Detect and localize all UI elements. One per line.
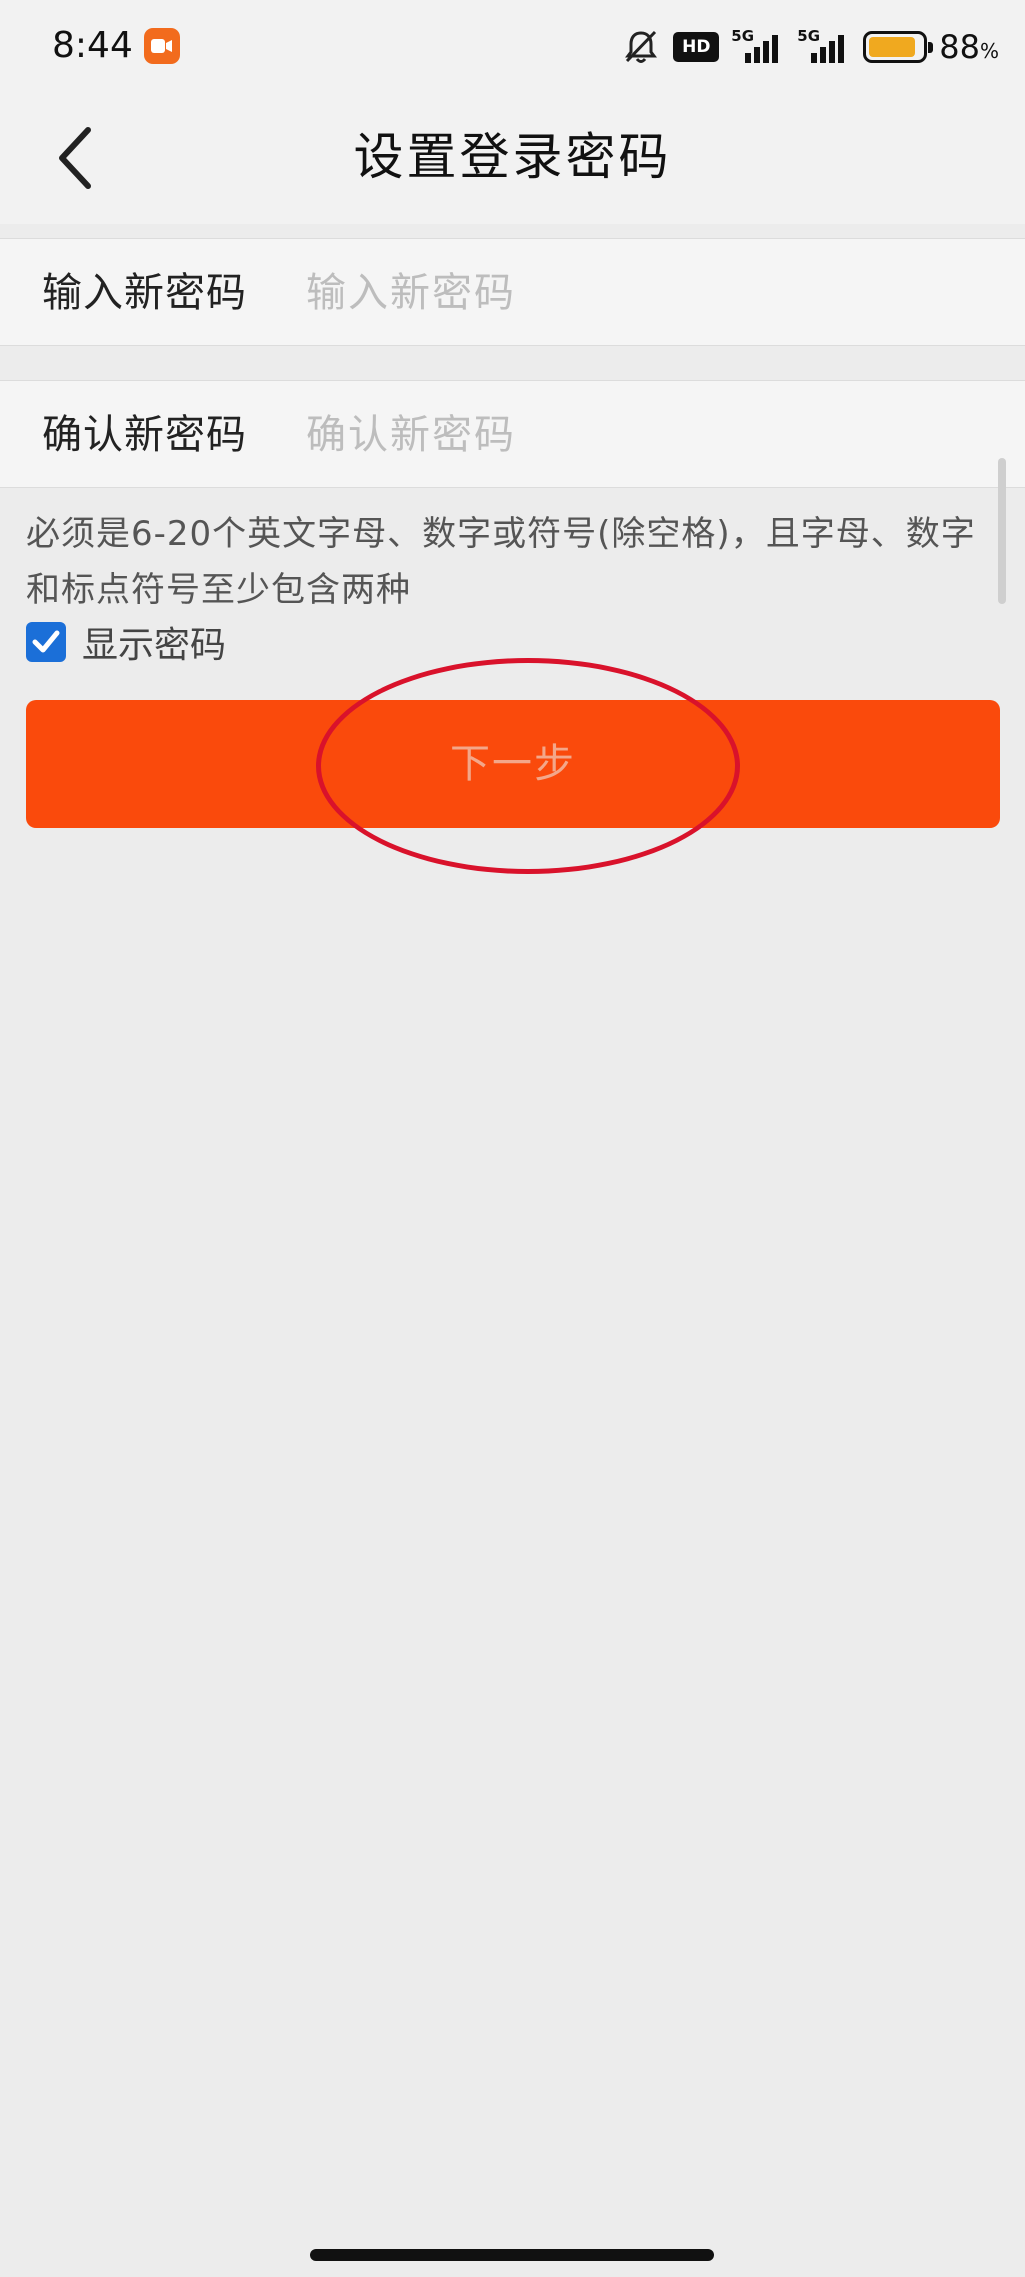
status-bar: 8:44 HD 5G 5G 88% [0, 0, 1025, 92]
show-password-toggle[interactable]: 显示密码 [26, 614, 226, 670]
page-title: 设置登录密码 [353, 128, 672, 186]
confirm-password-label: 确认新密码 [42, 412, 247, 458]
password-rule-hint: 必须是6-20个英文字母、数字或符号(除空格)，且字母、数字和标点符号至少包含两… [26, 514, 976, 610]
home-indicator[interactable] [310, 2249, 714, 2261]
check-icon [32, 630, 60, 653]
battery-fill [869, 37, 916, 57]
battery-percent: 88% [939, 28, 999, 66]
hd-icon: HD [673, 32, 720, 62]
signal-icon: 5G [731, 27, 785, 67]
show-password-label: 显示密码 [82, 625, 227, 666]
status-icons: HD 5G 5G 88% [609, 22, 999, 72]
annotation-circle [316, 658, 740, 874]
new-password-label: 输入新密码 [42, 270, 247, 316]
battery-icon [863, 31, 934, 63]
show-password-checkbox[interactable] [26, 622, 66, 662]
new-password-row: 输入新密码 [0, 238, 1025, 346]
status-time: 8:44 [52, 25, 133, 66]
confirm-password-row: 确认新密码 [0, 380, 1025, 488]
new-password-input[interactable] [306, 261, 986, 325]
confirm-password-input[interactable] [306, 403, 986, 467]
bell-muted-icon [625, 30, 658, 63]
app-header: 设置登录密码 [0, 92, 1025, 224]
signal-icon: 5G [797, 27, 851, 67]
phone-screen: 8:44 HD 5G 5G 88% 设置登录密码 输入新密码 确认新密码 必须是… [0, 0, 1025, 2277]
screen-record-icon [144, 28, 180, 64]
